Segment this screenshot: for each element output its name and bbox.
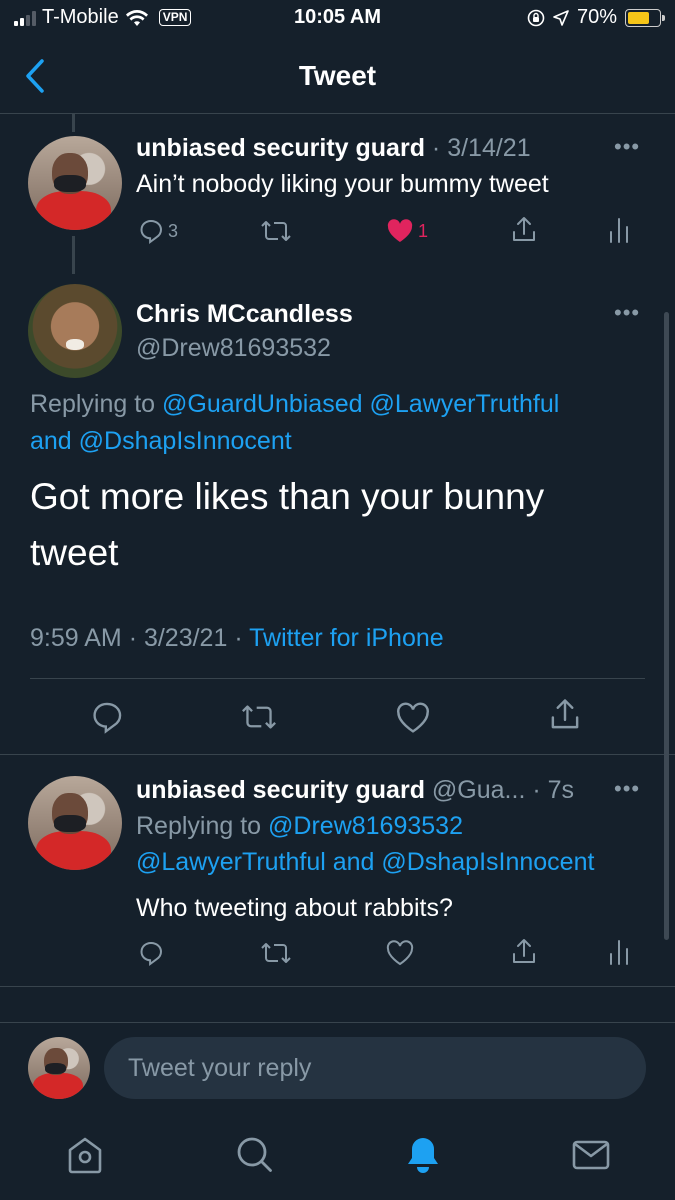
share-icon: [551, 699, 579, 729]
retweet-button[interactable]: [240, 702, 278, 732]
location-icon: [553, 9, 569, 26]
author-name[interactable]: unbiased security guard: [136, 134, 425, 162]
reply-icon: [93, 702, 122, 734]
analytics-button[interactable]: [608, 938, 630, 966]
status-bar: T-Mobile VPN 10:05 AM 70%: [0, 0, 675, 38]
avatar[interactable]: [28, 136, 122, 230]
battery-icon: [625, 8, 665, 27]
retweet-icon: [261, 943, 291, 963]
tab-bar: [0, 1118, 675, 1200]
share-button[interactable]: [548, 698, 582, 732]
thread-line-bottom: [72, 236, 75, 274]
like-button[interactable]: [396, 702, 430, 734]
replying-to-label: Replying to: [30, 390, 156, 418]
divider: [0, 754, 675, 755]
share-icon: [513, 217, 535, 241]
rotation-lock-icon: [527, 9, 545, 26]
and-label[interactable]: and: [333, 848, 375, 876]
like-button[interactable]: 1: [386, 218, 428, 244]
more-options-icon[interactable]: •••: [614, 134, 640, 160]
tweet-text-line: tweet: [30, 532, 119, 573]
heart-icon: [386, 940, 414, 966]
search-icon[interactable]: [234, 1134, 276, 1176]
reply-composer: Tweet your reply: [0, 1022, 675, 1116]
tweet-text-line: Got more likes than your bunny: [30, 476, 545, 517]
like-button[interactable]: [386, 940, 414, 966]
reply-input[interactable]: Tweet your reply: [104, 1037, 646, 1099]
like-count: 1: [418, 220, 429, 241]
share-button[interactable]: [510, 216, 538, 244]
author-handle[interactable]: @Gua...: [432, 776, 525, 804]
mention-link[interactable]: @DshapIsInnocent: [381, 848, 594, 876]
divider: [30, 678, 645, 679]
mention-link[interactable]: @DshapIsInnocent: [79, 427, 292, 455]
analytics-button[interactable]: [608, 216, 630, 244]
replying-to-label: Replying to: [136, 812, 262, 840]
heart-icon: [397, 702, 429, 733]
mention-link[interactable]: @LawyerTruthful: [136, 848, 326, 876]
notifications-bell-icon[interactable]: [402, 1134, 444, 1176]
retweet-button[interactable]: [260, 940, 292, 966]
avatar[interactable]: [28, 284, 122, 378]
scrollbar[interactable]: [664, 312, 669, 940]
reply-button[interactable]: 3: [138, 218, 178, 244]
nav-bar: Tweet: [0, 40, 675, 114]
battery-percent: 70%: [576, 6, 617, 28]
tweet-time: 9:59 AM: [30, 624, 122, 652]
mention-link[interactable]: @LawyerTruthful: [369, 390, 559, 418]
reply-icon: [140, 941, 163, 966]
reply-count: 3: [168, 220, 179, 241]
share-button[interactable]: [510, 938, 538, 966]
and-label[interactable]: and: [30, 427, 72, 455]
share-icon: [513, 939, 535, 963]
divider: [0, 986, 675, 987]
retweet-button[interactable]: [260, 218, 292, 244]
author-name[interactable]: Chris MCcandless: [136, 300, 353, 329]
source-link[interactable]: Twitter for iPhone: [249, 624, 444, 652]
tweet-date: · 3/14/21: [431, 134, 531, 162]
more-options-icon[interactable]: •••: [614, 776, 640, 802]
reply-icon: [140, 219, 163, 244]
messages-icon[interactable]: [570, 1134, 612, 1176]
tweet-text: Ain’t nobody liking your bummy tweet: [136, 170, 549, 198]
author-handle[interactable]: @Drew81693532: [136, 334, 331, 363]
analytics-icon: [610, 218, 628, 243]
heart-filled-icon: [387, 219, 413, 242]
mention-link[interactable]: @Drew81693532: [268, 812, 463, 840]
home-icon[interactable]: [64, 1134, 106, 1176]
analytics-icon: [610, 940, 628, 965]
avatar[interactable]: [28, 776, 122, 870]
mention-link[interactable]: @GuardUnbiased: [162, 390, 363, 418]
more-options-icon[interactable]: •••: [614, 300, 640, 326]
retweet-icon: [261, 221, 291, 241]
reply-button[interactable]: [90, 700, 124, 734]
page-title: Tweet: [298, 60, 377, 91]
tweet-age: · 7s: [532, 776, 575, 804]
author-name[interactable]: unbiased security guard: [136, 776, 425, 804]
avatar: [28, 1037, 90, 1099]
tweet-date: · 3/23/21 ·: [128, 624, 243, 652]
tweet-text: Who tweeting about rabbits?: [136, 894, 453, 922]
retweet-icon: [242, 705, 276, 729]
thread-line-top: [72, 114, 75, 132]
reply-button[interactable]: [138, 940, 164, 966]
